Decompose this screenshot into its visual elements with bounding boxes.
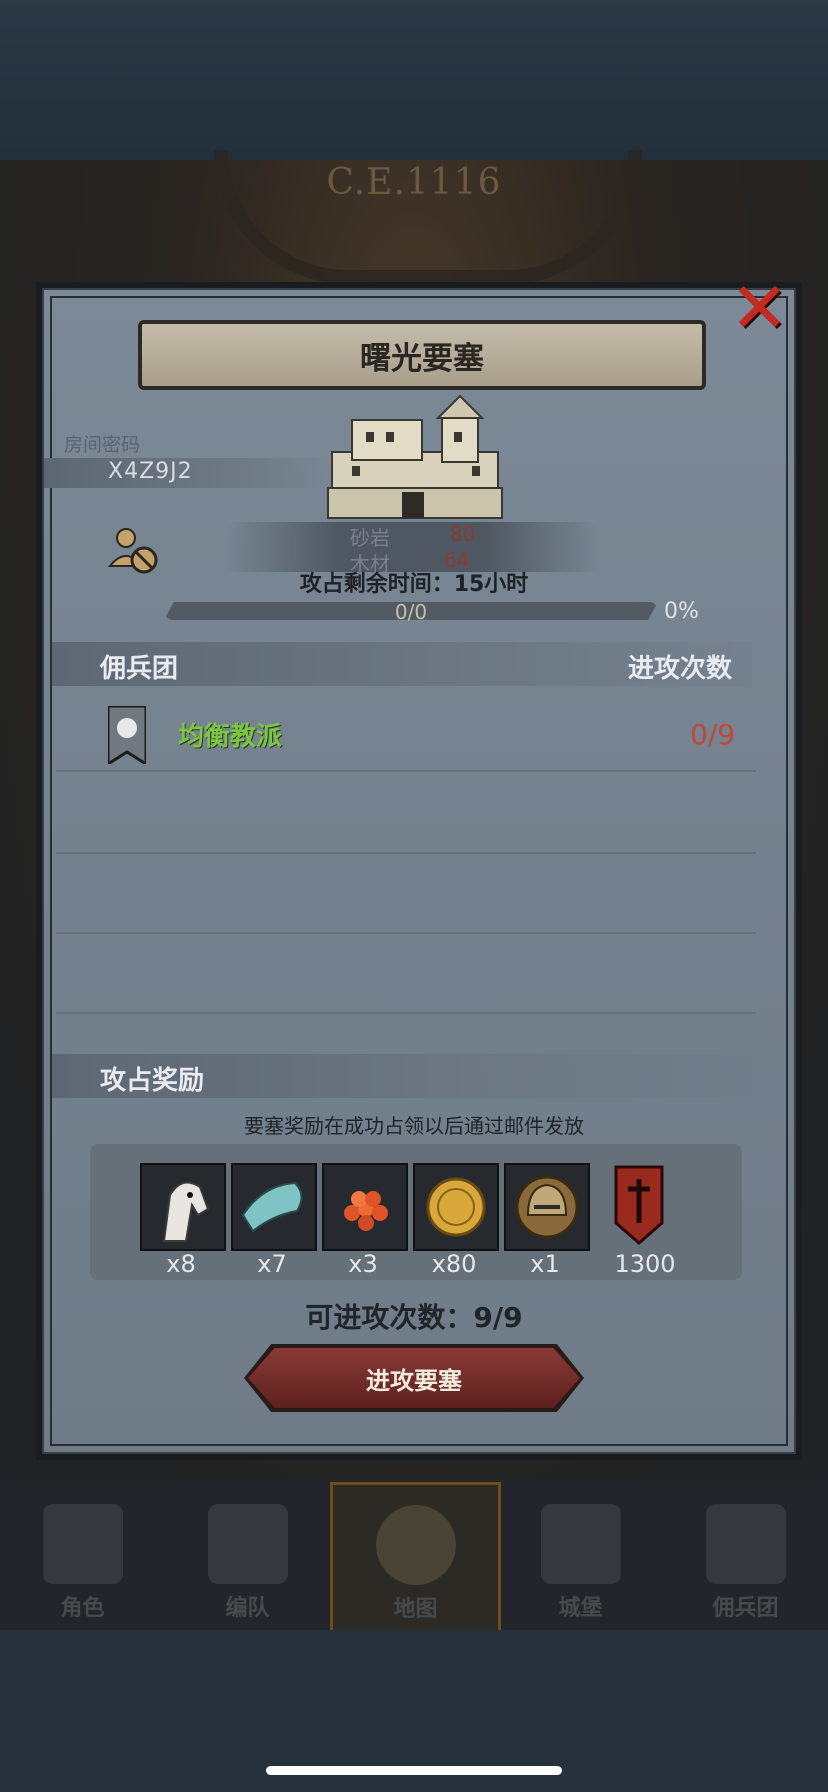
banner-icon [108, 706, 146, 764]
occupation-timer: 攻占剩余时间：15小时 [299, 572, 529, 597]
knight-icon [42, 1504, 123, 1584]
progress-count: 0/0 [394, 600, 428, 624]
reward-quantity: x8 [166, 1250, 196, 1278]
reward-quantity: 1300 [614, 1250, 676, 1278]
reward-quantity: x3 [348, 1250, 378, 1278]
rewards-note: 要塞奖励在成功占领以后通过邮件发放 [244, 1114, 584, 1138]
helmet-icon[interactable] [504, 1163, 590, 1251]
gold-coin-icon[interactable] [413, 1163, 499, 1251]
resource-name: 砂岩 [350, 526, 390, 550]
cloth-icon[interactable] [231, 1163, 317, 1251]
mercenary-icon [705, 1504, 786, 1584]
attack-fortress-button[interactable]: 进攻要塞 [248, 1348, 580, 1408]
mercenary-section-title: 佣兵团 [100, 654, 179, 684]
resource-bar [226, 522, 598, 572]
resource-value: 80 [450, 522, 476, 546]
nav-item-map[interactable]: 地图 [330, 1482, 501, 1634]
castle-icon [540, 1504, 621, 1584]
reward-quantity: x7 [257, 1250, 287, 1278]
rewards-section-title: 攻占奖励 [100, 1066, 205, 1096]
nav-label: 城堡 [558, 1596, 603, 1621]
helmet-icon [207, 1504, 288, 1584]
attack-count-header: 进攻次数 [628, 654, 733, 684]
horse-icon[interactable] [140, 1163, 226, 1251]
nav-label: 角色 [60, 1596, 105, 1621]
nav-item-formation[interactable]: 编队 [165, 1500, 330, 1630]
home-indicator[interactable] [266, 1766, 562, 1775]
nav-label: 佣兵团 [712, 1596, 779, 1621]
progress-percent: 0% [664, 599, 699, 624]
mercenary-attack-count: 0/9 [690, 718, 736, 751]
reward-quantity: x80 [431, 1250, 477, 1278]
close-icon[interactable]: ✕ [730, 273, 789, 343]
mercenary-name: 均衡教派 [178, 722, 283, 752]
row-divider [56, 770, 756, 772]
row-divider [56, 1012, 756, 1014]
top-background [0, 0, 828, 160]
nav-label: 地图 [393, 1597, 438, 1622]
castle-icon [327, 394, 503, 519]
reward-quantity: x1 [530, 1250, 560, 1278]
year-label: C.E.1116 [326, 162, 502, 203]
room-code-label: 房间密码 [64, 434, 141, 456]
remaining-attempts: 可进攻次数：9/9 [305, 1301, 523, 1334]
nav-item-mercenary[interactable]: 佣兵团 [663, 1500, 828, 1630]
nav-label: 编队 [225, 1596, 270, 1621]
room-code-value[interactable]: X4Z9J2 [108, 459, 193, 484]
mercenary-row[interactable] [52, 690, 760, 770]
nav-item-castle[interactable]: 城堡 [498, 1500, 663, 1630]
row-divider [56, 932, 756, 934]
guild-banner-icon[interactable] [598, 1163, 680, 1247]
nav-item-role[interactable]: 角色 [0, 1500, 165, 1630]
berries-icon[interactable] [322, 1163, 408, 1251]
modal-title: 曙光要塞 [138, 320, 706, 390]
row-divider [56, 852, 756, 854]
map-icon [375, 1505, 456, 1585]
